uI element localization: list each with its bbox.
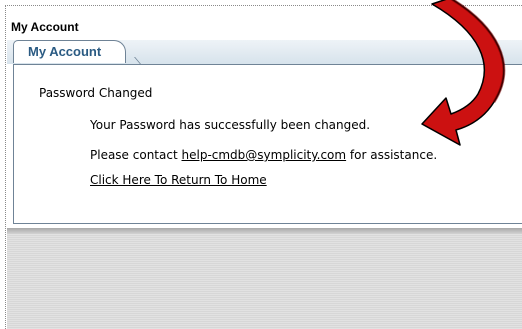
- contact-line: Please contact help-cmdb@symplicity.com …: [90, 148, 437, 162]
- footer-area: [7, 228, 522, 329]
- contact-prefix: Please contact: [90, 148, 178, 162]
- window-title: My Account: [11, 20, 79, 34]
- return-home-link[interactable]: Click Here To Return To Home: [90, 173, 267, 187]
- return-home-line: Click Here To Return To Home: [90, 173, 267, 187]
- page-heading: Password Changed: [39, 86, 153, 100]
- tab-my-account[interactable]: My Account: [13, 40, 126, 63]
- support-email-link[interactable]: help-cmdb@symplicity.com: [182, 148, 347, 162]
- red-curved-arrow-icon: [421, 0, 506, 146]
- contact-suffix: for assistance.: [349, 148, 438, 162]
- success-message: Your Password has successfully been chan…: [90, 118, 371, 132]
